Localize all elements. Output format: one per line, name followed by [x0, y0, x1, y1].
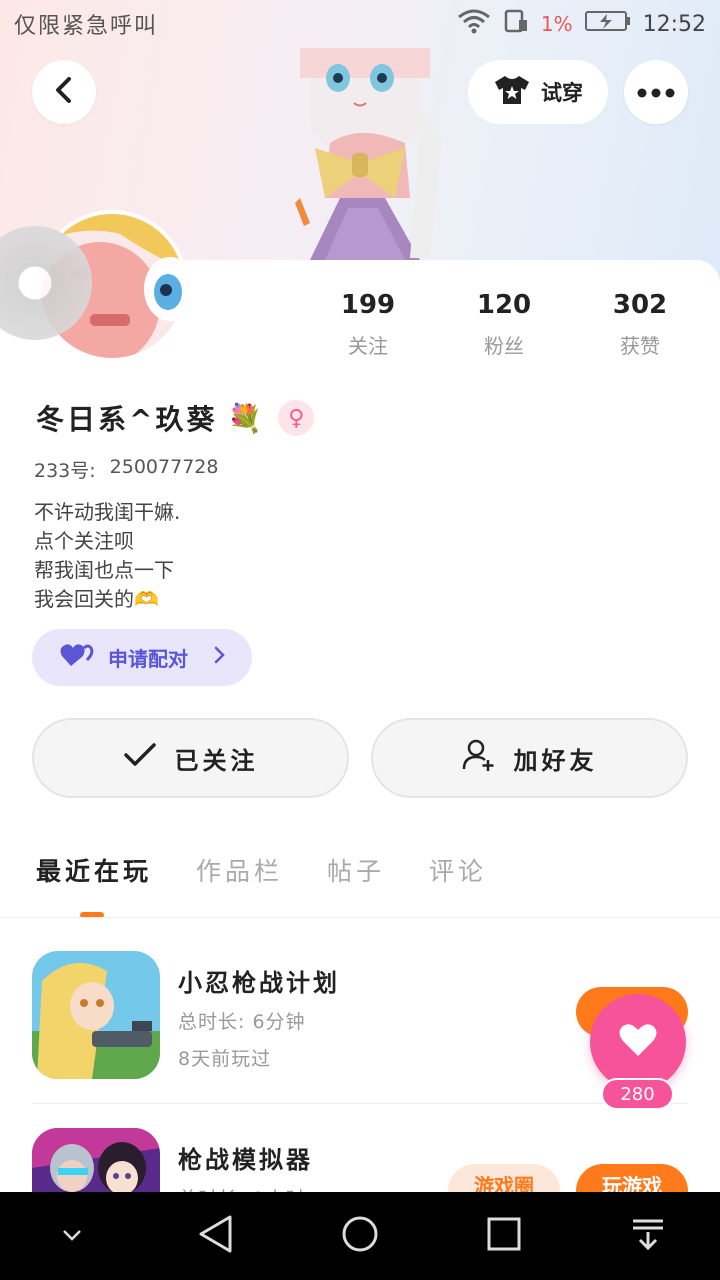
like-count-badge: 280 — [601, 1078, 674, 1110]
apply-match-button[interactable]: 申请配对 — [32, 629, 252, 686]
game-last-played: 8天前玩过 — [178, 1048, 272, 1070]
try-on-label: 试穿 — [541, 81, 583, 105]
game-total-time: 总时长: 6分钟 — [178, 1011, 306, 1033]
game-icon[interactable] — [32, 951, 160, 1079]
followed-button[interactable]: 已关注 — [32, 718, 349, 798]
sim-card-icon — [503, 8, 529, 40]
more-options-button[interactable] — [624, 60, 688, 124]
add-friend-button[interactable]: 加好友 — [371, 718, 688, 798]
double-heart-icon — [60, 642, 94, 673]
bio-line: 不许动我闺干嫲. — [34, 500, 181, 524]
battery-percent: 1% — [540, 12, 573, 36]
nav-collapse-button[interactable] — [42, 1206, 102, 1266]
likes-label: 获赞 — [620, 334, 660, 358]
following-count: 199 — [340, 290, 396, 320]
profile-stats: 199 关注 120 粉丝 302 获赞 — [300, 290, 720, 359]
more-dots-icon — [637, 83, 675, 102]
uid-label: 233号: — [34, 460, 96, 482]
tabs-divider — [0, 917, 720, 918]
floating-like-button[interactable] — [590, 994, 686, 1090]
pull-down-icon — [630, 1216, 666, 1256]
add-user-icon — [462, 738, 496, 778]
stat-likes[interactable]: 302 获赞 — [572, 290, 708, 359]
following-label: 关注 — [348, 334, 388, 358]
square-recents-icon — [486, 1216, 522, 1256]
checkmark-icon — [123, 742, 157, 774]
followers-count: 120 — [476, 290, 532, 320]
wifi-icon — [457, 8, 491, 40]
avatar-character-art — [270, 48, 455, 260]
stat-followers[interactable]: 120 粉丝 — [436, 290, 572, 359]
list-divider — [32, 1103, 688, 1104]
tab-comments[interactable]: 评论 — [429, 852, 487, 888]
back-button[interactable] — [32, 60, 96, 124]
followers-label: 粉丝 — [484, 334, 524, 358]
heart-icon — [619, 1023, 657, 1061]
tab-recently-played[interactable]: 最近在玩 — [36, 852, 152, 888]
clock: 12:52 — [642, 11, 706, 37]
followed-label: 已关注 — [174, 746, 259, 775]
likes-count: 302 — [612, 290, 668, 320]
nav-recents-button[interactable] — [474, 1206, 534, 1266]
nav-home-button[interactable] — [330, 1206, 390, 1266]
bio-line: 我会回关的🫶 — [34, 587, 159, 611]
user-id-row: 233号: 250077728 — [34, 456, 218, 483]
try-on-button[interactable]: 试穿 — [468, 60, 608, 124]
triangle-back-icon — [198, 1214, 234, 1258]
nickname: 冬日系^玖葵 — [36, 403, 218, 436]
bio-line: 点个关注呗 — [34, 529, 134, 553]
tshirt-icon — [493, 74, 531, 111]
circle-home-icon — [340, 1214, 380, 1258]
tab-works[interactable]: 作品栏 — [196, 852, 283, 888]
stat-following[interactable]: 199 关注 — [300, 290, 436, 359]
game-title: 枪战模拟器 — [178, 1146, 313, 1174]
bouquet-emoji: 💐 — [227, 401, 263, 435]
battery-charging-icon — [584, 10, 631, 38]
emergency-only-text: 仅限紧急呼叫 — [14, 14, 159, 39]
nav-notification-button[interactable] — [618, 1206, 678, 1266]
chevron-left-icon — [52, 75, 76, 109]
bio: 不许动我闺干嫲. 点个关注呗 帮我闺也点一下 我会回关的🫶 — [34, 498, 180, 614]
game-title: 小忍枪战计划 — [178, 969, 340, 997]
tab-posts[interactable]: 帖子 — [327, 852, 385, 888]
chevron-right-icon — [214, 645, 226, 670]
system-navigation-bar — [0, 1192, 720, 1280]
female-gender-icon: ♀ — [278, 400, 315, 436]
uid-value[interactable]: 250077728 — [110, 456, 219, 483]
apply-match-label: 申请配对 — [108, 647, 188, 671]
bio-line: 帮我闺也点一下 — [34, 558, 174, 582]
status-bar: 仅限紧急呼叫 1% 12:52 — [0, 0, 720, 48]
nickname-row: 冬日系^玖葵 💐 ♀ — [36, 398, 315, 438]
nav-back-button[interactable] — [186, 1206, 246, 1266]
add-friend-label: 加好友 — [513, 746, 598, 775]
profile-tabs: 最近在玩 作品栏 帖子 评论 — [36, 852, 487, 888]
chevron-down-icon — [61, 1227, 83, 1246]
